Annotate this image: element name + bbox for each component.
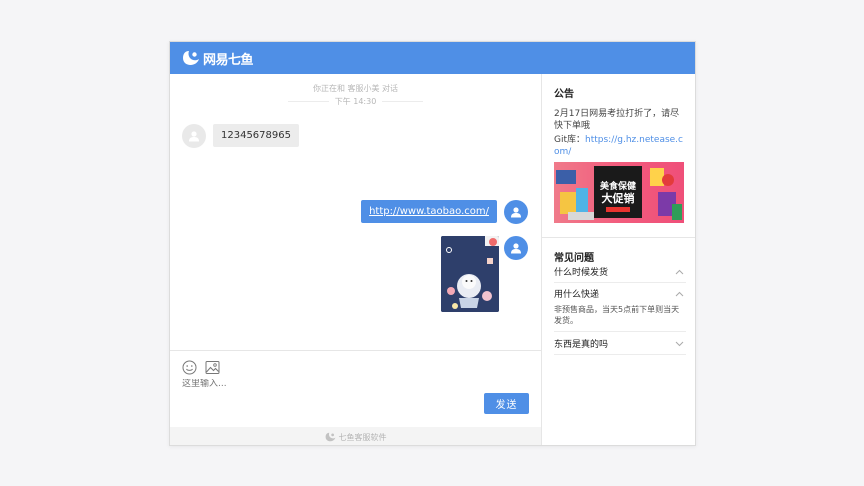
qiyu-logo-icon xyxy=(325,432,335,442)
message-bubble-sent: http://www.taobao.com/ xyxy=(361,200,497,223)
customer-avatar xyxy=(182,124,206,148)
agent-avatar xyxy=(504,200,528,224)
banner-line2: 大促销 xyxy=(601,192,635,205)
chevron-up-icon[interactable] xyxy=(675,291,684,297)
notice-text: 2月17日网易考拉打折了，请尽快下单哦 xyxy=(554,109,680,131)
sidebar: 公告 2月17日网易考拉打折了，请尽快下单哦 Git库：https://g.hz… xyxy=(542,74,695,445)
qiyu-logo-icon xyxy=(183,51,199,65)
timestamp-label: 下午 14:30 xyxy=(328,97,383,106)
emoji-icon[interactable] xyxy=(182,360,197,375)
agent-avatar xyxy=(504,236,528,260)
product-image xyxy=(441,236,499,312)
faq-item[interactable]: 东西是真的吗 xyxy=(554,336,686,355)
chevron-up-icon[interactable] xyxy=(675,269,684,275)
faq-title: 常见问题 xyxy=(554,253,594,264)
chat-message-area[interactable]: 你正在和 客服小美 对话 下午 14:30 12345678965 http:/… xyxy=(170,74,541,350)
message-link[interactable]: http://www.taobao.com/ xyxy=(369,206,489,217)
timestamp-divider: 下午 14:30 xyxy=(170,96,541,107)
git-label: Git库： xyxy=(554,135,586,145)
system-notice: 你正在和 客服小美 对话 xyxy=(312,84,399,93)
image-upload-icon[interactable] xyxy=(205,360,220,375)
faq-item-expanded[interactable]: 用什么快递 非预售商品，当天5点前下单则当天发货。 xyxy=(554,286,686,332)
user-icon xyxy=(511,207,521,218)
faq-question-text: 什么时候发货 xyxy=(554,268,609,278)
brand-logo: 网易七鱼 xyxy=(182,49,254,68)
footer-bar: 七鱼客服软件 xyxy=(170,427,541,445)
notice-title: 公告 xyxy=(554,89,574,100)
footer-label: 七鱼客服软件 xyxy=(338,432,387,442)
brand-name: 网易七鱼 xyxy=(203,52,254,68)
git-repo-line: Git库：https://g.hz.netease.com/ xyxy=(554,134,686,158)
user-icon xyxy=(189,131,199,142)
send-button[interactable]: 发送 xyxy=(484,393,529,414)
faq-question[interactable]: 用什么快递 xyxy=(554,286,686,304)
faq-question[interactable]: 东西是真的吗 xyxy=(554,336,686,354)
faq-question[interactable]: 什么时候发货 xyxy=(554,264,686,282)
section-divider xyxy=(542,237,695,238)
chevron-down-icon[interactable] xyxy=(675,341,684,347)
chat-window: 网易七鱼 你正在和 客服小美 对话 下午 14:30 12345678965 h… xyxy=(169,41,696,446)
faq-answer: 非预售商品，当天5点前下单则当天发货。 xyxy=(554,305,680,325)
faq-item[interactable]: 什么时候发货 xyxy=(554,264,686,283)
faq-question-text: 东西是真的吗 xyxy=(554,340,609,350)
message-bubble-received: 12345678965 xyxy=(213,124,299,147)
message-input[interactable] xyxy=(182,379,382,389)
header-bar: 网易七鱼 xyxy=(170,42,695,74)
message-composer: 发送 xyxy=(170,351,541,427)
faq-question-text: 用什么快递 xyxy=(554,290,600,300)
user-icon xyxy=(511,243,521,254)
promo-banner[interactable]: 美食保健 大促销 xyxy=(554,162,684,223)
message-image[interactable] xyxy=(441,236,499,312)
